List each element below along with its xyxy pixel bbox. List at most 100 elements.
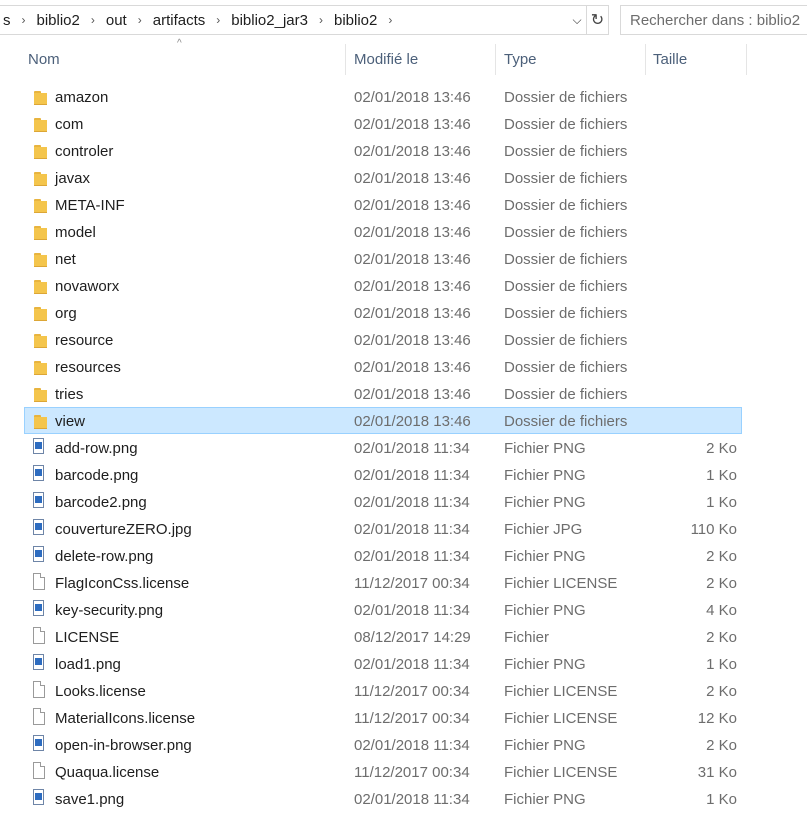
list-item[interactable]: javax 02/01/2018 13:46 Dossier de fichiers	[24, 164, 742, 191]
file-size: 1 Ko	[706, 467, 737, 484]
file-name: javax	[55, 170, 91, 187]
file-size: 2 Ko	[706, 548, 737, 565]
list-item[interactable]: Quaqua.license 11/12/2017 00:34 Fichier LI…	[24, 758, 742, 785]
list-item[interactable]: tries 02/01/2018 13:46 Dossier de fichiers	[24, 380, 742, 407]
file-type: Dossier de fichiers	[504, 89, 628, 106]
file-date: 02/01/2018 11:34	[354, 737, 470, 754]
file-size: 1 Ko	[706, 791, 737, 808]
file-type: Fichier PNG	[504, 467, 586, 484]
list-item[interactable]: open-in-browser.png 02/01/2018 11:34 Fichi…	[24, 731, 742, 758]
list-item[interactable]: amazon 02/01/2018 13:46 Dossier de fichier…	[24, 83, 742, 110]
list-item[interactable]: FlagIconCss.license 11/12/2017 00:34 Fichi…	[24, 569, 742, 596]
list-item[interactable]: barcode2.png 02/01/2018 11:34 Fichier PNG 1…	[24, 488, 742, 515]
breadcrumb-item[interactable]: biblio2	[34, 12, 83, 29]
refresh-icon[interactable]: ↻	[587, 5, 609, 35]
file-size: 2 Ko	[706, 629, 737, 646]
file-name: amazon	[55, 89, 109, 106]
list-item[interactable]: resources 02/01/2018 13:46 Dossier de fich…	[24, 353, 742, 380]
file-type: Fichier	[504, 629, 550, 646]
chevron-right-icon[interactable]: ›	[14, 13, 34, 27]
file-name: tries	[55, 386, 84, 403]
list-item[interactable]: com 02/01/2018 13:46 Dossier de fichiers	[24, 110, 742, 137]
column-header-size[interactable]: Taille	[646, 44, 747, 75]
file-size: 12 Ko	[697, 710, 737, 727]
file-type: Dossier de fichiers	[504, 278, 628, 295]
file-date: 02/01/2018 13:46	[354, 116, 471, 133]
file-date: 02/01/2018 13:46	[354, 278, 471, 295]
list-item[interactable]: load1.png 02/01/2018 11:34 Fichier PNG 1 Ko	[24, 650, 742, 677]
folder-icon	[33, 87, 47, 105]
breadcrumb-item[interactable]: biblio2	[331, 12, 380, 29]
column-header-type[interactable]: Type	[496, 44, 646, 75]
list-item[interactable]: delete-row.png 02/01/2018 11:34 Fichier PN…	[24, 542, 742, 569]
column-header-date[interactable]: Modifié le	[346, 44, 496, 75]
file-date: 02/01/2018 13:46	[354, 386, 471, 403]
file-date: 11/12/2017 00:34	[354, 764, 470, 781]
column-header-name[interactable]: Nom	[20, 44, 346, 75]
file-size: 2 Ko	[706, 683, 737, 700]
list-item[interactable]: controler 02/01/2018 13:46 Dossier de fich…	[24, 137, 742, 164]
file-type: Dossier de fichiers	[504, 197, 628, 214]
file-date: 02/01/2018 11:34	[354, 791, 470, 808]
file-date: 02/01/2018 11:34	[354, 656, 470, 673]
file-date: 02/01/2018 13:46	[354, 143, 471, 160]
file-type: Fichier PNG	[504, 440, 586, 457]
breadcrumb-item[interactable]: s	[0, 12, 14, 29]
list-item[interactable]: META-INF 02/01/2018 13:46 Dossier de fichi…	[24, 191, 742, 218]
file-name: FlagIconCss.license	[55, 575, 190, 592]
file-name: view	[55, 413, 86, 430]
breadcrumb-item[interactable]: artifacts	[150, 12, 209, 29]
column-headers: Nom Modifié le Type Taille	[20, 44, 747, 75]
list-item[interactable]: Looks.license 11/12/2017 00:34 Fichier LIC…	[24, 677, 742, 704]
chevron-right-icon[interactable]: ›	[311, 13, 331, 27]
image-file-icon	[33, 600, 47, 618]
file-name: META-INF	[55, 197, 125, 214]
chevron-right-icon[interactable]: ›	[208, 13, 228, 27]
file-size: 1 Ko	[706, 494, 737, 511]
chevron-right-icon[interactable]: ›	[83, 13, 103, 27]
list-item[interactable]: org 02/01/2018 13:46 Dossier de fichiers	[24, 299, 742, 326]
file-date: 02/01/2018 11:34	[354, 548, 470, 565]
file-type: Fichier PNG	[504, 791, 586, 808]
list-item[interactable]: key-security.png 02/01/2018 11:34 Fichier …	[24, 596, 742, 623]
file-date: 02/01/2018 11:34	[354, 602, 470, 619]
file-type: Fichier JPG	[504, 521, 583, 538]
breadcrumb-item[interactable]: biblio2_jar3	[228, 12, 311, 29]
list-item[interactable]: model 02/01/2018 13:46 Dossier de fichiers	[24, 218, 742, 245]
document-file-icon	[33, 681, 47, 699]
address-bar[interactable]: s › biblio2 › out › artifacts › biblio2_…	[0, 5, 587, 35]
list-item[interactable]: barcode.png 02/01/2018 11:34 Fichier PNG 1 …	[24, 461, 742, 488]
file-type: Fichier LICENSE	[504, 575, 618, 592]
file-date: 02/01/2018 13:46	[354, 170, 471, 187]
list-item[interactable]: net 02/01/2018 13:46 Dossier de fichiers	[24, 245, 742, 272]
document-file-icon	[33, 627, 47, 645]
file-type: Fichier LICENSE	[504, 710, 618, 727]
list-item[interactable]: novaworx 02/01/2018 13:46 Dossier de fichi…	[24, 272, 742, 299]
folder-icon	[33, 384, 47, 402]
file-type: Dossier de fichiers	[504, 170, 628, 187]
file-type: Fichier LICENSE	[504, 764, 618, 781]
file-name: delete-row.png	[55, 548, 154, 565]
file-date: 02/01/2018 13:46	[354, 359, 471, 376]
file-type: Fichier LICENSE	[504, 683, 618, 700]
chevron-right-icon[interactable]: ›	[130, 13, 150, 27]
list-item[interactable]: couvertureZERO.jpg 02/01/2018 11:34 Fichie…	[24, 515, 742, 542]
chevron-right-icon[interactable]: ›	[380, 13, 400, 27]
file-name: open-in-browser.png	[55, 737, 192, 754]
list-item[interactable]: add-row.png 02/01/2018 11:34 Fichier PNG 2 …	[24, 434, 742, 461]
image-file-icon	[33, 789, 47, 807]
list-item[interactable]: save1.png 02/01/2018 11:34 Fichier PNG 1 Ko	[24, 785, 742, 812]
chevron-down-icon[interactable]: ⌵	[568, 13, 586, 28]
list-item[interactable]: resource 02/01/2018 13:46 Dossier de fichi…	[24, 326, 742, 353]
image-file-icon	[33, 465, 47, 483]
file-size: 1 Ko	[706, 656, 737, 673]
file-date: 02/01/2018 13:46	[354, 224, 471, 241]
file-name: couvertureZERO.jpg	[55, 521, 192, 538]
list-item[interactable]: view 02/01/2018 13:46 Dossier de fichiers	[24, 407, 742, 434]
list-item[interactable]: LICENSE 08/12/2017 14:29 Fichier 2 Ko	[24, 623, 742, 650]
list-item[interactable]: MaterialIcons.license 11/12/2017 00:34 Fic…	[24, 704, 742, 731]
file-type: Fichier PNG	[504, 494, 586, 511]
image-file-icon	[33, 438, 47, 456]
breadcrumb-item[interactable]: out	[103, 12, 130, 29]
search-input[interactable]: Rechercher dans : biblio2	[620, 5, 807, 35]
